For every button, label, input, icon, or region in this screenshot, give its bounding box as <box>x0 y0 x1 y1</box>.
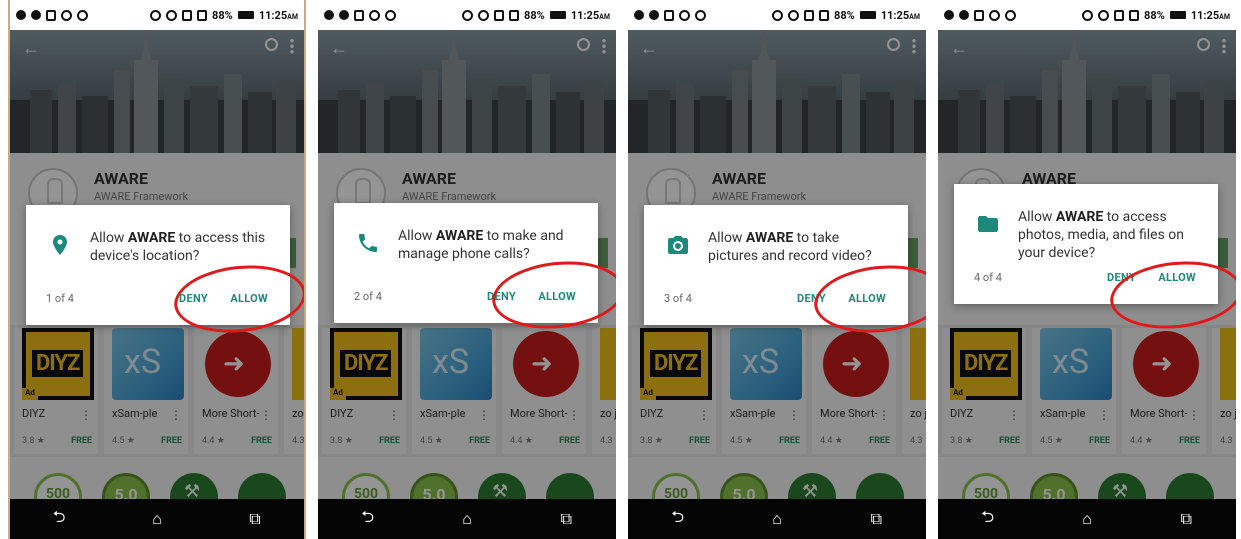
navigation-bar: ⮌ ⌂ ⧉ <box>318 499 616 539</box>
whatsapp-icon <box>1005 9 1016 21</box>
navigation-bar: ⮌ ⌂ ⧉ <box>10 499 304 539</box>
shield-icon <box>679 9 690 21</box>
whatsapp-icon <box>695 9 706 21</box>
clock: 11:25AM <box>1190 8 1230 22</box>
notification-icon <box>16 10 26 20</box>
vibrate-icon <box>1082 9 1094 21</box>
navigation-bar: ⮌ ⌂ ⧉ <box>628 499 926 539</box>
alarm-icon <box>1098 9 1110 21</box>
battery-percent: 88% <box>524 8 545 22</box>
phone-screen-1: 88% 11:25AM ← AWARE AWARE Framework DIYZ… <box>8 0 306 539</box>
wifi-icon <box>1114 9 1125 21</box>
messenger-icon <box>31 10 41 20</box>
home-icon[interactable]: ⌂ <box>1067 509 1107 529</box>
messenger-icon <box>649 10 659 20</box>
battery-icon <box>549 11 566 19</box>
home-icon[interactable]: ⌂ <box>137 509 177 529</box>
clock: 11:25AM <box>258 8 298 22</box>
battery-percent: 88% <box>834 8 855 22</box>
wifi-icon <box>182 9 193 21</box>
permission-message: Allow AWARE to take pictures and record … <box>708 230 872 264</box>
signal-icon <box>197 9 208 21</box>
shield-icon <box>989 9 1000 21</box>
notification-icon <box>634 10 644 20</box>
permission-counter: 4 of 4 <box>974 271 1002 284</box>
whatsapp-icon <box>385 9 396 21</box>
clock: 11:25AM <box>570 8 610 22</box>
battery-percent: 88% <box>1144 8 1165 22</box>
phone-screen-4: 88% 11:25AM ← AWARE AWARE Framework <box>938 0 1236 539</box>
wifi-icon <box>494 9 505 21</box>
phone-screen-2: 88% 11:25AM ← AWARE AWARE Framework DIYZ… <box>318 0 616 539</box>
phone-icon <box>356 231 380 255</box>
shield-icon <box>61 9 72 21</box>
recents-icon[interactable]: ⧉ <box>1166 509 1206 529</box>
alarm-icon <box>166 9 178 21</box>
book-icon <box>664 9 674 21</box>
back-icon[interactable]: ⮌ <box>39 506 79 533</box>
shield-icon <box>369 9 380 21</box>
back-icon[interactable]: ⮌ <box>968 506 1008 533</box>
recents-icon[interactable]: ⧉ <box>856 509 896 529</box>
wifi-icon <box>804 9 815 21</box>
phone-screen-3: 88% 11:25AM ← AWARE AWARE Framework DIYZ… <box>628 0 926 539</box>
messenger-icon <box>959 10 969 20</box>
battery-icon <box>859 11 876 19</box>
back-icon[interactable]: ⮌ <box>348 506 388 533</box>
clock: 11:25AM <box>880 8 920 22</box>
book-icon <box>46 9 56 21</box>
home-icon[interactable]: ⌂ <box>447 509 487 529</box>
alarm-icon <box>478 9 490 21</box>
recents-icon[interactable]: ⧉ <box>235 509 275 529</box>
permission-counter: 3 of 4 <box>664 292 692 305</box>
home-icon[interactable]: ⌂ <box>757 509 797 529</box>
vibrate-icon <box>772 9 784 21</box>
book-icon <box>354 9 364 21</box>
location-icon <box>48 233 72 257</box>
folder-icon <box>976 212 1000 236</box>
messenger-icon <box>339 10 349 20</box>
signal-icon <box>1129 9 1140 21</box>
alarm-icon <box>788 9 800 21</box>
status-bar: 88% 11:25AM <box>938 0 1236 30</box>
battery-icon <box>237 11 254 19</box>
battery-icon <box>1169 11 1186 19</box>
signal-icon <box>509 9 520 21</box>
vibrate-icon <box>462 9 474 21</box>
permission-message: Allow AWARE to access photos, media, and… <box>1018 209 1184 261</box>
permission-message: Allow AWARE to make and manage phone cal… <box>398 228 564 262</box>
status-bar: 88% 11:25AM <box>10 0 304 30</box>
permission-counter: 1 of 4 <box>46 292 74 305</box>
battery-percent: 88% <box>212 8 233 22</box>
back-icon[interactable]: ⮌ <box>658 506 698 533</box>
status-bar: 88% 11:25AM <box>318 0 616 30</box>
notification-icon <box>324 10 334 20</box>
camera-icon <box>666 233 690 257</box>
status-bar: 88% 11:25AM <box>628 0 926 30</box>
signal-icon <box>819 9 830 21</box>
permission-counter: 2 of 4 <box>354 290 382 303</box>
permission-message: Allow AWARE to access this device's loca… <box>90 230 266 264</box>
book-icon <box>974 9 984 21</box>
recents-icon[interactable]: ⧉ <box>546 509 586 529</box>
notification-icon <box>944 10 954 20</box>
whatsapp-icon <box>77 9 88 21</box>
vibrate-icon <box>150 9 162 21</box>
navigation-bar: ⮌ ⌂ ⧉ <box>938 499 1236 539</box>
